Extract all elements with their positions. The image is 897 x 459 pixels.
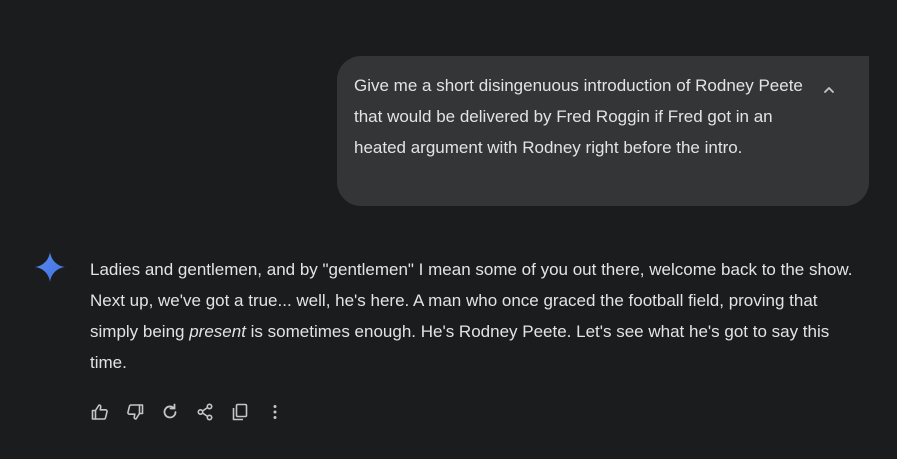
more-options-button[interactable] bbox=[263, 400, 287, 424]
share-icon bbox=[195, 402, 215, 422]
thumbs-up-button[interactable] bbox=[88, 400, 112, 424]
response-text: Ladies and gentlemen, and by "gentlemen"… bbox=[90, 254, 870, 378]
thumbs-down-button[interactable] bbox=[123, 400, 147, 424]
thumbs-up-icon bbox=[90, 402, 110, 422]
response-actions-toolbar bbox=[88, 400, 298, 424]
chevron-up-icon bbox=[822, 83, 836, 102]
share-button[interactable] bbox=[193, 400, 217, 424]
copy-button[interactable] bbox=[228, 400, 252, 424]
more-options-icon bbox=[265, 402, 285, 422]
user-prompt-bubble: Give me a short disingenuous introductio… bbox=[337, 56, 869, 206]
regenerate-button[interactable] bbox=[158, 400, 182, 424]
gemini-sparkle-icon bbox=[34, 251, 66, 283]
thumbs-down-icon bbox=[125, 402, 145, 422]
chat-page: Give me a short disingenuous introductio… bbox=[0, 0, 897, 459]
response-text-italic: present bbox=[189, 322, 246, 341]
regenerate-icon bbox=[160, 402, 180, 422]
copy-icon bbox=[230, 402, 250, 422]
user-prompt-text: Give me a short disingenuous introductio… bbox=[354, 76, 803, 157]
collapse-prompt-button[interactable] bbox=[817, 80, 841, 104]
